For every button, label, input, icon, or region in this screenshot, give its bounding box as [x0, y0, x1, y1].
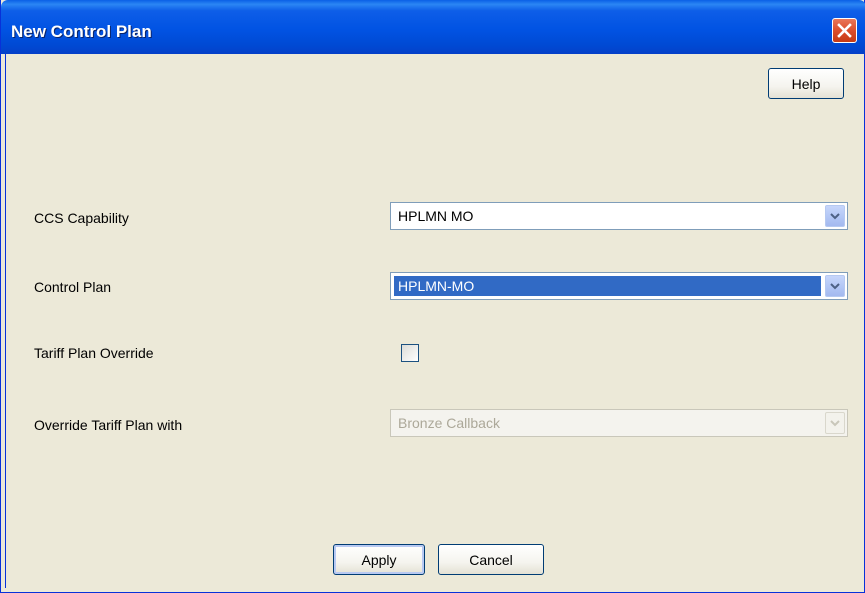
- chevron-down-icon: [830, 213, 840, 220]
- title-bar[interactable]: New Control Plan: [1, 0, 865, 54]
- dialog-content: Help CCS Capability HPLMN MO Control Pla…: [5, 54, 860, 588]
- apply-button-label: Apply: [361, 551, 397, 568]
- ccs-capability-dropdown-button[interactable]: [825, 205, 845, 227]
- control-plan-label: Control Plan: [34, 279, 112, 295]
- ccs-capability-value: HPLMN MO: [398, 208, 474, 224]
- control-plan-dropdown-button[interactable]: [825, 275, 845, 297]
- help-button[interactable]: Help: [768, 68, 844, 99]
- close-button[interactable]: [832, 18, 857, 43]
- dialog-window: New Control Plan Help CCS Capability HPL…: [0, 0, 865, 593]
- tariff-plan-override-label: Tariff Plan Override: [34, 345, 154, 361]
- control-plan-select[interactable]: HPLMN-MO: [390, 272, 848, 300]
- chevron-down-icon: [830, 420, 840, 427]
- help-button-label: Help: [791, 75, 821, 92]
- cancel-button-label: Cancel: [469, 551, 513, 568]
- control-plan-value: HPLMN-MO: [394, 276, 821, 296]
- chevron-down-icon: [830, 283, 840, 290]
- override-tariff-plan-dropdown-button[interactable]: [825, 412, 845, 434]
- override-tariff-plan-select[interactable]: Bronze Callback: [390, 409, 848, 437]
- ccs-capability-select[interactable]: HPLMN MO: [390, 202, 848, 230]
- override-tariff-plan-value: Bronze Callback: [398, 415, 500, 431]
- tariff-plan-override-checkbox[interactable]: [401, 344, 419, 362]
- dialog-title: New Control Plan: [11, 22, 152, 41]
- cancel-button[interactable]: Cancel: [438, 544, 544, 575]
- override-tariff-plan-label: Override Tariff Plan with: [34, 417, 183, 433]
- ccs-capability-label: CCS Capability: [34, 210, 129, 226]
- apply-button[interactable]: Apply: [333, 544, 425, 575]
- close-icon: [837, 23, 852, 38]
